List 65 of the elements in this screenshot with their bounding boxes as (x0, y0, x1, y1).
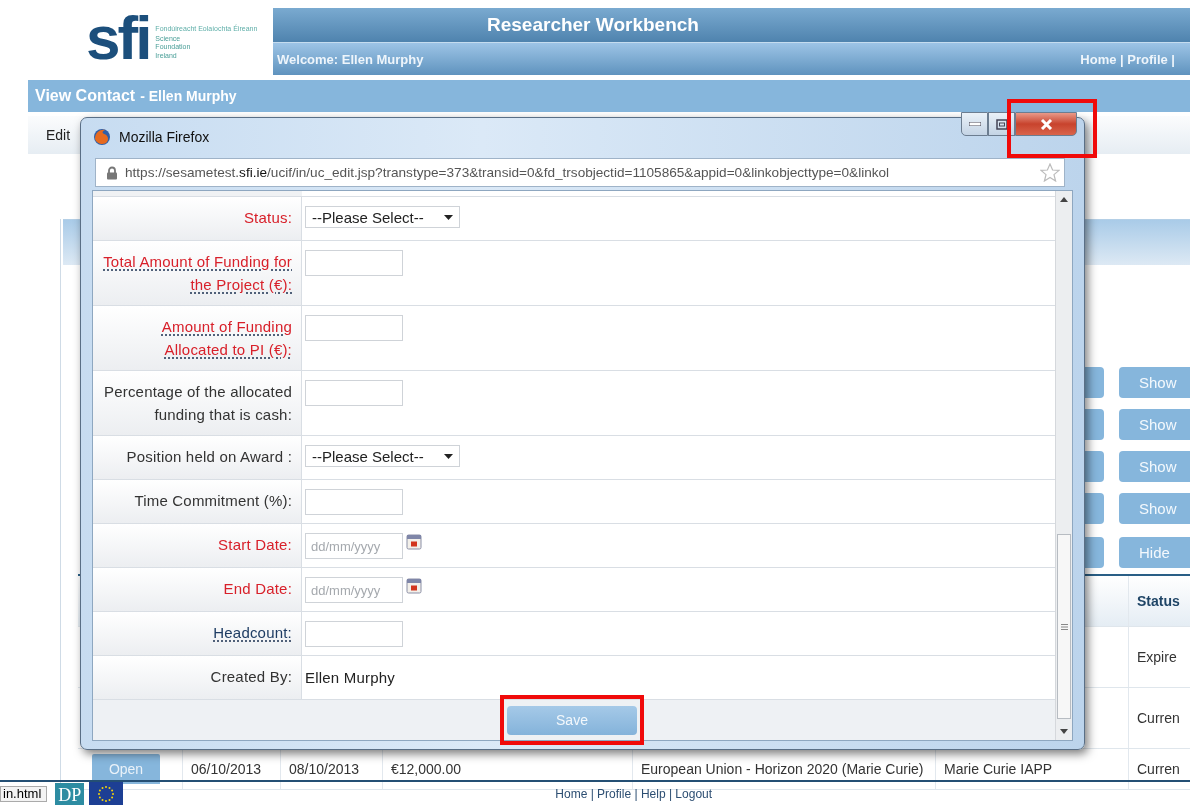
grip-icon (1060, 623, 1068, 630)
table-cell: Expire (1137, 648, 1177, 666)
window-title: Mozilla Firefox (119, 129, 210, 145)
open-button[interactable]: Open (92, 754, 160, 784)
field-label: Headcount: (212, 623, 292, 643)
save-button[interactable]: Save (507, 705, 637, 735)
eu-flag-icon (89, 781, 124, 805)
dropdown[interactable]: --Please Select-- (305, 445, 460, 467)
address-bar[interactable]: https://sesametest.sfi.ie/ucif/in/uc_edit.jsp?transtype=373&transid=0&fd_trsobjectid=1105865&appid=0&linkobjecttype=0&linkol (95, 158, 1065, 187)
field-label: Position held on Award : (125, 447, 292, 467)
app-title: Researcher Workbench (487, 14, 699, 37)
column-header: Status (1128, 576, 1190, 626)
toggle-button[interactable]: Show (1119, 493, 1190, 524)
toggle-button[interactable]: Show (1119, 367, 1190, 398)
date-field[interactable]: dd/mm/yyyy (305, 577, 403, 603)
field-label: Amount of Funding Allocated to PI (€): (160, 317, 292, 360)
table-cell: Marie Curie IAPP (944, 760, 1053, 778)
minimize-icon (968, 122, 981, 126)
browser-logo-icon (93, 128, 111, 146)
scroll-up-icon (1060, 197, 1068, 202)
table-cell: 06/10/2013 (191, 760, 262, 778)
table-cell: Curren (1137, 709, 1180, 727)
toggle-button[interactable]: Hide (1119, 537, 1190, 568)
toggle-button[interactable]: Show (1119, 451, 1190, 482)
table-cell: European Union - Horizon 2020 (Marie Curie) (641, 760, 924, 778)
calendar-icon (406, 577, 422, 594)
url-text: https://sesametest.sfi.ie/ucif/in/uc_edit.jsp?transtype=373&transid=0&fd_trsobjectid=1105865&appid=0&linkobjecttype=0&linkol (125, 165, 891, 180)
top-nav-links[interactable]: Home | Profile | (1080, 51, 1175, 67)
scrollbar-thumb[interactable] (1057, 534, 1071, 719)
field-label: End Date: (222, 579, 292, 599)
field-label: Time Commitment (%): (133, 491, 292, 511)
bookmark-star-icon (1040, 163, 1060, 182)
table-cell: €12,000.00 (391, 760, 462, 778)
page-subtitle: - Ellen Murphy (140, 88, 237, 104)
table-cell: 08/10/2013 (289, 760, 360, 778)
close-icon (1039, 118, 1053, 130)
field-label: Start Date: (217, 535, 292, 555)
maximize-icon (995, 118, 1008, 130)
field-label: Total Amount of Funding for the Project (€): (102, 252, 292, 295)
date-field[interactable]: dd/mm/yyyy (305, 533, 403, 559)
close-button[interactable] (1015, 112, 1077, 136)
edit-menu-item[interactable]: Edit (40, 125, 77, 145)
link-preview: in.html (0, 785, 48, 802)
input-field[interactable] (305, 250, 403, 276)
input-field[interactable] (305, 380, 403, 406)
caret-icon (444, 453, 453, 459)
minimize-button[interactable] (961, 112, 988, 136)
table-cell: Curren (1137, 760, 1180, 778)
toggle-button[interactable]: Show (1119, 409, 1190, 440)
logo-mark: sfi (86, 6, 150, 69)
scroll-down-icon (1060, 729, 1068, 734)
field-label: Created By: (209, 667, 292, 687)
dropdown[interactable]: --Please Select-- (305, 206, 460, 228)
welcome-text: Welcome: Ellen Murphy (277, 51, 424, 67)
calendar-icon (406, 533, 422, 550)
field-label: Status: (242, 208, 292, 228)
input-field[interactable] (305, 489, 403, 515)
input-field[interactable] (305, 315, 403, 341)
field-value: Ellen Murphy (305, 668, 395, 688)
dp-logo: DP (55, 782, 85, 805)
footer-links[interactable]: Home | Profile | Help | Logout (555, 786, 713, 801)
field-label: Percentage of the allocated funding that is cash: (102, 382, 292, 425)
page-title: View Contact (35, 87, 136, 105)
input-field[interactable] (305, 621, 403, 647)
lock-icon (106, 165, 118, 180)
